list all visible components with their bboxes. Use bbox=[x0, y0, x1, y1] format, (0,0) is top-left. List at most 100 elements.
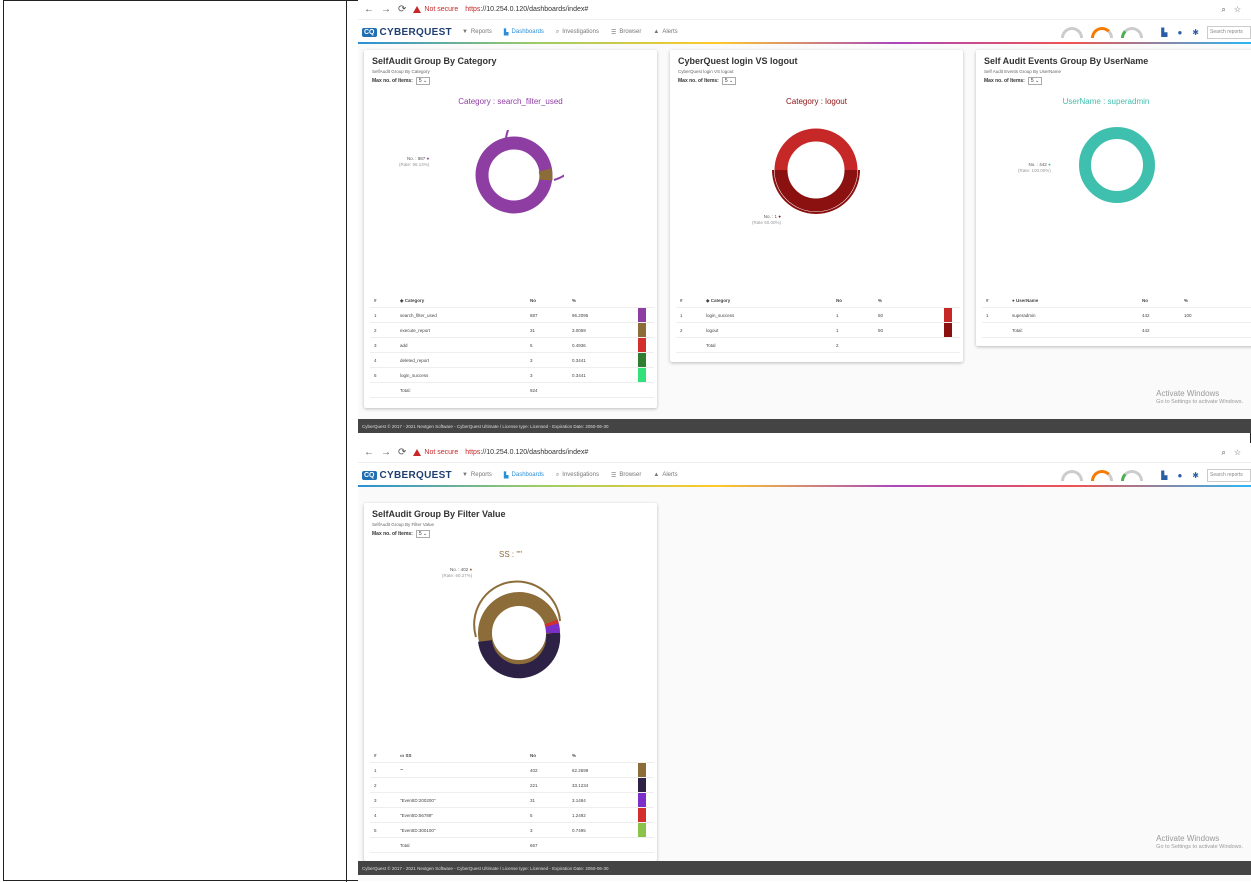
max-items-select[interactable]: 5 ⌄ bbox=[1027, 77, 1043, 85]
forward-icon[interactable]: → bbox=[381, 4, 391, 15]
table-row[interactable]: 4 deleted_report 3 0.3441 bbox=[370, 353, 654, 368]
donut-chart[interactable] bbox=[766, 122, 866, 222]
gauge-icon bbox=[1121, 469, 1144, 481]
card-filter-value: SelfAudit Group By Filter Value SelfAudi… bbox=[364, 503, 657, 861]
back-icon[interactable]: ← bbox=[364, 447, 374, 458]
table-row[interactable]: 3 add 5 0.4936 bbox=[370, 338, 654, 353]
search-input[interactable]: Search reports bbox=[1207, 468, 1251, 482]
chart-caption: Category : search_filter_used bbox=[458, 97, 563, 106]
card-subtitle: Self Audit Events Group By UserName bbox=[984, 69, 1062, 74]
chart-icon[interactable]: ▙ bbox=[1161, 28, 1167, 37]
screenshot-bottom: ← → ⟳ Not secure https://10.254.0.120/da… bbox=[358, 443, 1251, 881]
max-items-select[interactable]: 5 ⌄ bbox=[415, 77, 431, 85]
max-items: Max no. of Items: 5 ⌄ bbox=[678, 77, 737, 85]
table-row[interactable]: 2 logout 1 50 bbox=[676, 323, 960, 338]
card-login-logout: CyberQuest login VS logout CyberQuest lo… bbox=[670, 50, 963, 362]
chart-callout: No. : 442 ● (Rate: 100.00%) bbox=[1018, 162, 1051, 173]
table-row[interactable]: 2 execute_report 31 3.0059 bbox=[370, 323, 654, 338]
chart-caption: UserName : superadmin bbox=[1062, 97, 1150, 106]
table-row[interactable]: 3 "EventID:200200" 31 3.1484 bbox=[370, 793, 654, 808]
gauge-icon bbox=[1061, 469, 1084, 481]
card-category: SelfAudit Group By Category SelfAudit Gr… bbox=[364, 50, 657, 408]
card-subtitle: SelfAudit Group By Filter Value bbox=[372, 522, 434, 527]
table-row[interactable]: 5 "EventID:300100" 3 0.7495 bbox=[370, 823, 654, 838]
donut-chart[interactable] bbox=[1072, 120, 1162, 210]
data-table: # ▭ SS No% 1 "" 402 62.2699 2 221 33.1234 3 "Eve… bbox=[370, 749, 654, 853]
card-title: Self Audit Events Group By UserName bbox=[984, 56, 1149, 66]
max-items-select[interactable]: 5 ⌄ bbox=[415, 530, 431, 538]
donut-chart[interactable] bbox=[464, 130, 564, 220]
search-icon: ⌕ bbox=[555, 471, 560, 478]
nav-dashboards[interactable]: ▙ Dashboards bbox=[504, 472, 544, 479]
filter-icon: ▼ bbox=[461, 472, 468, 478]
reload-icon[interactable]: ⟳ bbox=[398, 4, 406, 15]
data-table: # ◆ Category No% 1 login_success 1 50 2 logout… bbox=[676, 294, 960, 353]
user-icon[interactable]: ● bbox=[1177, 28, 1182, 37]
table-row[interactable]: 1 superadmin 442 100 bbox=[982, 308, 1251, 323]
card-title: SelfAudit Group By Filter Value bbox=[372, 509, 506, 519]
table-row[interactable]: 5 login_success 3 0.3441 bbox=[370, 368, 654, 383]
table-row[interactable]: 1 search_filter_used 887 96.2095 bbox=[370, 308, 654, 323]
chart-icon: ▙ bbox=[503, 29, 509, 36]
search-icon: ⌕ bbox=[555, 28, 560, 35]
table-row[interactable]: 4 "EventID:56789" 5 1.2492 bbox=[370, 808, 654, 823]
tag-icon: ◆ bbox=[706, 297, 710, 303]
bell-icon: ▲ bbox=[653, 29, 660, 35]
nav-reports[interactable]: ▼ Reports bbox=[462, 29, 492, 35]
table-row[interactable]: 1 "" 402 62.2699 bbox=[370, 763, 654, 778]
zoom-icon[interactable]: ⌕ bbox=[1221, 448, 1225, 458]
user-icon[interactable]: ● bbox=[1177, 471, 1182, 480]
url-text[interactable]: https://10.254.0.120/dashboards/index# bbox=[465, 449, 588, 456]
nav-alerts[interactable]: ▲ Alerts bbox=[653, 472, 677, 478]
back-icon[interactable]: ← bbox=[364, 4, 374, 15]
nav-investigations[interactable]: ⌕ Investigations bbox=[556, 29, 599, 36]
zoom-icon[interactable]: ⌕ bbox=[1221, 5, 1225, 15]
app-footer: CyberQuest © 2017 - 2021 Nextgen Softwar… bbox=[358, 419, 1251, 433]
max-items-select[interactable]: 5 ⌄ bbox=[721, 77, 737, 85]
card-subtitle: CyberQuest login VS logout bbox=[678, 69, 734, 74]
search-input[interactable]: Search reports bbox=[1207, 25, 1251, 39]
data-table: # ◆ Category No% 1 search_filter_used 887 96.… bbox=[370, 294, 654, 398]
table-row[interactable]: 1 login_success 1 50 bbox=[676, 308, 960, 323]
nav-investigations[interactable]: ⌕ Investigations bbox=[556, 472, 599, 479]
url-text[interactable]: https://10.254.0.120/dashboards/index# bbox=[465, 6, 588, 13]
gauge-icon bbox=[1091, 26, 1114, 38]
chart-icon[interactable]: ▙ bbox=[1161, 471, 1167, 480]
gear-icon[interactable]: ✱ bbox=[1192, 471, 1199, 480]
gear-icon[interactable]: ✱ bbox=[1192, 28, 1199, 37]
address-bar: ← → ⟳ Not secure https://10.254.0.120/da… bbox=[358, 0, 1251, 20]
app-footer: CyberQuest © 2017 - 2021 Nextgen Softwar… bbox=[358, 861, 1251, 875]
not-secure-indicator[interactable]: Not secure bbox=[413, 449, 458, 456]
chart-callout: No. : 1 ● (Rate 50.00%) bbox=[752, 214, 782, 225]
app-header: CQ CYBERQUEST ▼ Reports ▙ Dashboards ⌕ Inves… bbox=[358, 20, 1251, 44]
nav-alerts[interactable]: ▲ Alerts bbox=[653, 29, 677, 35]
chart-icon: ▙ bbox=[503, 472, 509, 479]
header-gauges bbox=[1061, 469, 1144, 481]
card-username: Self Audit Events Group By UserName Self… bbox=[976, 50, 1251, 346]
brand-logo[interactable]: CQ CYBERQUEST bbox=[362, 470, 452, 481]
nav-browser[interactable]: ☰ Browser bbox=[611, 472, 641, 479]
nav-reports[interactable]: ▼ Reports bbox=[462, 472, 492, 478]
table-total: Total 2 bbox=[676, 338, 960, 353]
screenshot-top: ← → ⟳ Not secure https://10.254.0.120/da… bbox=[358, 0, 1251, 433]
activate-windows-watermark: Activate Windows Go to Settings to activa… bbox=[1156, 389, 1243, 405]
not-secure-indicator[interactable]: Not secure bbox=[413, 6, 458, 13]
reload-icon[interactable]: ⟳ bbox=[398, 447, 406, 458]
forward-icon[interactable]: → bbox=[381, 447, 391, 458]
nav-dashboards[interactable]: ▙ Dashboards bbox=[504, 29, 544, 36]
donut-chart[interactable] bbox=[464, 573, 574, 683]
table-row[interactable]: 2 221 33.1234 bbox=[370, 778, 654, 793]
gauge-icon bbox=[1121, 26, 1144, 38]
brand-logo[interactable]: CQ CYBERQUEST bbox=[362, 27, 452, 38]
monitor-icon: ▭ bbox=[400, 752, 405, 758]
activate-windows-watermark: Activate Windows Go to Settings to activa… bbox=[1156, 834, 1243, 850]
warning-icon bbox=[413, 449, 422, 456]
table-total: Total 667 bbox=[370, 838, 654, 853]
star-icon[interactable]: ☆ bbox=[1234, 5, 1241, 15]
card-subtitle: SelfAudit Group By Category bbox=[372, 69, 430, 74]
nav-browser[interactable]: ☰ Browser bbox=[611, 29, 641, 36]
max-items: Max no. of Items: 5 ⌄ bbox=[372, 530, 431, 538]
table-total: Total: 442 bbox=[982, 323, 1251, 338]
star-icon[interactable]: ☆ bbox=[1234, 448, 1241, 458]
address-bar: ← → ⟳ Not secure https://10.254.0.120/da… bbox=[358, 443, 1251, 463]
